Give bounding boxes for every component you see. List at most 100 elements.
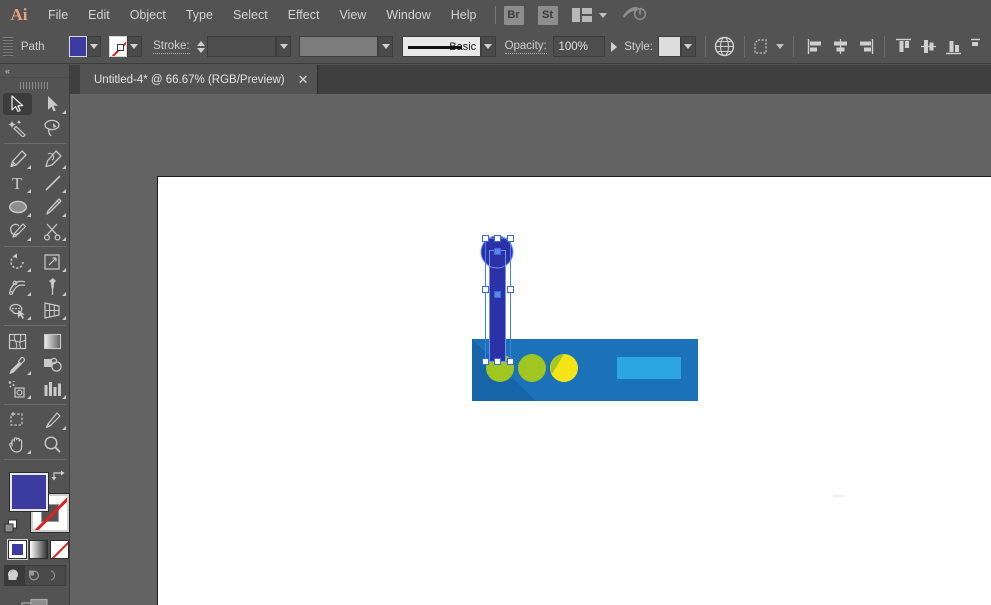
hand-tool[interactable] — [0, 432, 35, 456]
stroke-weight-input[interactable] — [207, 36, 277, 57]
scale-tool[interactable] — [35, 250, 70, 274]
bridge-icon[interactable]: Br — [504, 6, 524, 25]
tools-panel-grip[interactable] — [0, 78, 69, 92]
free-transform-tool[interactable] — [35, 274, 70, 298]
flyout-indicator-icon — [27, 292, 31, 296]
line-segment-tool[interactable] — [35, 171, 70, 195]
blend-tool[interactable] — [35, 353, 70, 377]
brush-definition-dropdown[interactable] — [481, 36, 495, 57]
rotate-tool[interactable] — [0, 250, 35, 274]
lasso-tool[interactable] — [35, 116, 70, 140]
slice-tool[interactable] — [35, 408, 70, 432]
drawing-mode-buttons — [4, 565, 66, 586]
ellipse-tool[interactable] — [0, 195, 35, 219]
menu-type[interactable]: Type — [176, 0, 223, 30]
flyout-indicator-icon — [62, 165, 66, 169]
direct-selection-tool[interactable] — [35, 92, 70, 116]
creative-cloud-sync-icon[interactable] — [621, 3, 647, 28]
perspective-grid-tool[interactable] — [35, 298, 70, 322]
menu-object[interactable]: Object — [120, 0, 176, 30]
menu-help[interactable]: Help — [441, 0, 487, 30]
align-center-horizontal-icon[interactable] — [832, 38, 849, 55]
color-mode-button[interactable] — [8, 540, 27, 559]
stock-icon[interactable]: St — [538, 6, 558, 25]
flyout-indicator-icon — [27, 189, 31, 193]
variable-width-profile-input[interactable] — [299, 36, 378, 57]
align-bottom-icon[interactable] — [945, 38, 962, 55]
type-tool[interactable]: T — [0, 171, 35, 195]
none-mode-button[interactable] — [50, 540, 69, 559]
magic-wand-tool[interactable] — [0, 116, 35, 140]
menu-effect[interactable]: Effect — [278, 0, 330, 30]
flyout-indicator-icon — [27, 165, 31, 169]
control-bar-grip[interactable] — [3, 37, 13, 57]
stroke-weight-dropdown[interactable] — [276, 36, 290, 57]
width-tool[interactable] — [0, 274, 35, 298]
fill-color-box[interactable] — [10, 473, 48, 511]
transform-icon[interactable] — [754, 37, 773, 56]
variable-width-profile-dropdown[interactable] — [378, 36, 392, 57]
document-tab[interactable]: Untitled-4* @ 66.67% (RGB/Preview) ✕ — [80, 65, 318, 94]
menu-window[interactable]: Window — [376, 0, 440, 30]
brush-stroke-preview-icon — [408, 46, 462, 49]
draw-behind-button[interactable] — [25, 566, 45, 585]
shape-builder-tool[interactable] — [0, 298, 35, 322]
stroke-color-swatch[interactable] — [109, 36, 127, 57]
recolor-artwork-icon[interactable] — [714, 36, 735, 57]
flyout-indicator-icon — [62, 316, 66, 320]
svg-text:T: T — [12, 174, 23, 192]
fill-swatch-dropdown[interactable] — [87, 36, 101, 57]
flyout-indicator-icon — [27, 213, 31, 217]
scissors-tool[interactable] — [35, 219, 70, 243]
align-right-icon[interactable] — [857, 38, 874, 55]
draw-inside-button[interactable] — [45, 566, 65, 585]
align-top-icon[interactable] — [895, 38, 912, 55]
distribute-icon[interactable] — [970, 38, 987, 55]
artboard[interactable] — [157, 176, 991, 605]
symbol-sprayer-tool[interactable] — [0, 377, 35, 401]
stroke-weight-stepper[interactable] — [195, 36, 207, 57]
align-center-vertical-icon[interactable] — [920, 38, 937, 55]
eyedropper-tool[interactable] — [0, 353, 35, 377]
artboard-tool[interactable] — [0, 408, 35, 432]
menu-view[interactable]: View — [329, 0, 376, 30]
canvas-area[interactable] — [70, 94, 991, 605]
shaper-tool[interactable] — [0, 219, 35, 243]
menu-edit[interactable]: Edit — [78, 0, 120, 30]
tools-divider-3 — [4, 325, 66, 326]
selection-tool[interactable] — [0, 92, 35, 116]
align-left-icon[interactable] — [807, 38, 824, 55]
stroke-swatch-dropdown[interactable] — [127, 36, 141, 57]
mesh-tool[interactable] — [0, 329, 35, 353]
ai-logo: Ai — [0, 0, 38, 30]
close-icon[interactable]: ✕ — [298, 73, 309, 86]
column-graph-tool[interactable] — [35, 377, 70, 401]
opacity-label[interactable]: Opacity: — [505, 40, 547, 54]
default-fill-stroke-icon[interactable] — [4, 519, 19, 539]
workspace-switcher[interactable] — [572, 8, 607, 22]
gradient-mode-button[interactable] — [29, 540, 48, 559]
fill-color-swatch[interactable] — [69, 36, 87, 57]
pen-tool[interactable] — [0, 147, 35, 171]
brush-definition-field[interactable]: Basic — [402, 36, 481, 57]
swap-fill-stroke-icon[interactable] — [50, 469, 66, 489]
transform-dropdown-icon[interactable] — [776, 44, 784, 49]
change-screen-mode-button[interactable] — [0, 595, 70, 605]
stroke-weight-label[interactable]: Stroke: — [153, 40, 189, 54]
flyout-indicator-icon — [27, 450, 31, 454]
curvature-tool[interactable] — [35, 147, 70, 171]
zoom-tool[interactable] — [35, 432, 70, 456]
menu-select[interactable]: Select — [223, 0, 278, 30]
paintbrush-tool[interactable] — [35, 195, 70, 219]
gradient-tool[interactable] — [35, 329, 70, 353]
opacity-input[interactable]: 100% — [553, 36, 605, 57]
flyout-indicator-icon — [62, 189, 66, 193]
tools-panel: « — [0, 64, 70, 605]
draw-normal-button[interactable] — [5, 566, 25, 585]
menu-file[interactable]: File — [38, 0, 78, 30]
flyout-indicator-icon — [62, 213, 66, 217]
graphic-style-swatch[interactable] — [658, 36, 681, 57]
graphic-style-dropdown[interactable] — [681, 36, 695, 57]
opacity-flyout-arrow-icon[interactable] — [611, 42, 617, 52]
collapse-panel-button[interactable]: « — [0, 64, 69, 78]
